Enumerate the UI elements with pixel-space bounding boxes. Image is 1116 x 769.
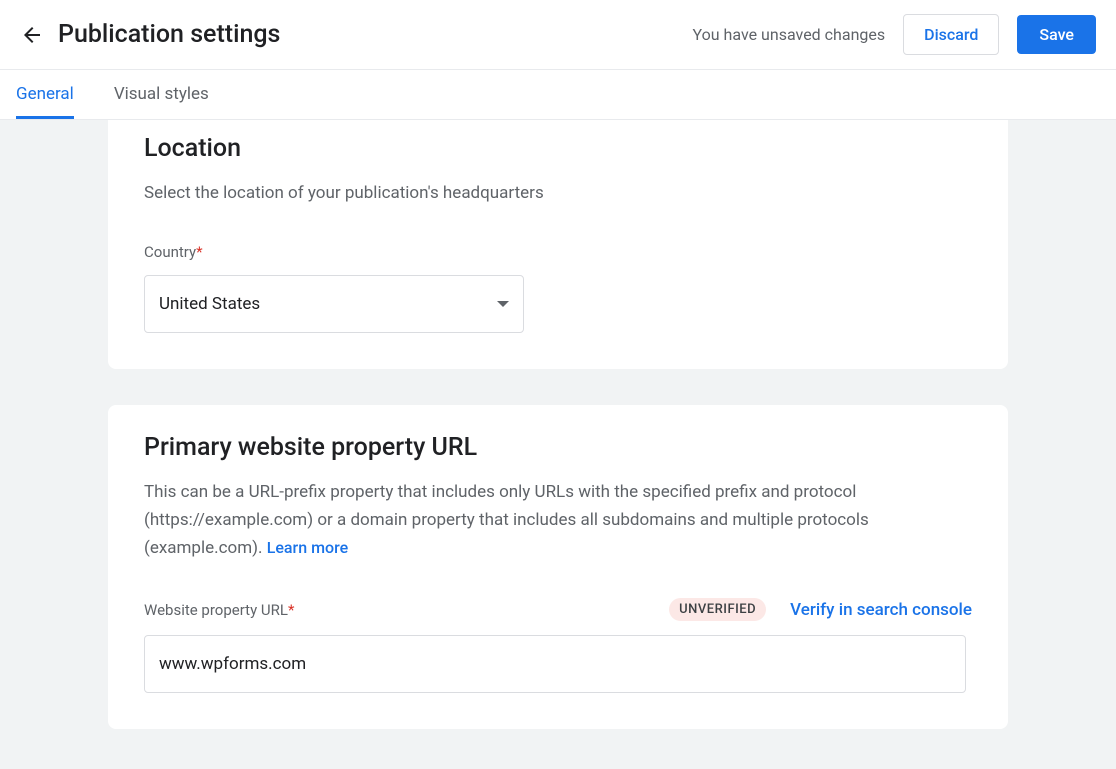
back-arrow-icon[interactable]: [20, 23, 44, 47]
country-label: Country*: [144, 243, 972, 261]
tab-general[interactable]: General: [16, 70, 74, 119]
location-description: Select the location of your publication'…: [144, 179, 972, 207]
learn-more-link[interactable]: Learn more: [267, 538, 348, 557]
verify-link[interactable]: Verify in search console: [790, 600, 972, 620]
chevron-down-icon: [497, 301, 509, 307]
unsaved-changes-text: You have unsaved changes: [693, 25, 886, 44]
property-url-status: UNVERIFIED Verify in search console: [669, 598, 972, 621]
property-description-text: This can be a URL-prefix property that i…: [144, 482, 869, 558]
property-description: This can be a URL-prefix property that i…: [144, 478, 972, 562]
content-area: Location Select the location of your pub…: [0, 120, 1116, 769]
required-indicator: *: [196, 243, 202, 261]
property-url-input[interactable]: [144, 635, 966, 693]
property-card: Primary website property URL This can be…: [108, 405, 1008, 729]
location-title: Location: [144, 134, 972, 163]
property-url-row: Website property URL* UNVERIFIED Verify …: [144, 598, 972, 621]
tabs: General Visual styles: [0, 70, 1116, 120]
country-select-value: United States: [159, 294, 260, 314]
property-url-label-text: Website property URL: [144, 601, 288, 619]
page-title: Publication settings: [58, 20, 693, 49]
property-url-label: Website property URL*: [144, 601, 294, 619]
property-title: Primary website property URL: [144, 433, 972, 462]
tab-visual-styles[interactable]: Visual styles: [114, 70, 209, 119]
unverified-badge: UNVERIFIED: [669, 598, 766, 621]
required-indicator: *: [288, 601, 294, 619]
country-select[interactable]: United States: [144, 275, 524, 333]
save-button[interactable]: Save: [1017, 15, 1096, 54]
country-label-text: Country: [144, 243, 196, 261]
location-card: Location Select the location of your pub…: [108, 120, 1008, 369]
discard-button[interactable]: Discard: [903, 14, 999, 55]
header-actions: You have unsaved changes Discard Save: [693, 14, 1096, 55]
header: Publication settings You have unsaved ch…: [0, 0, 1116, 70]
